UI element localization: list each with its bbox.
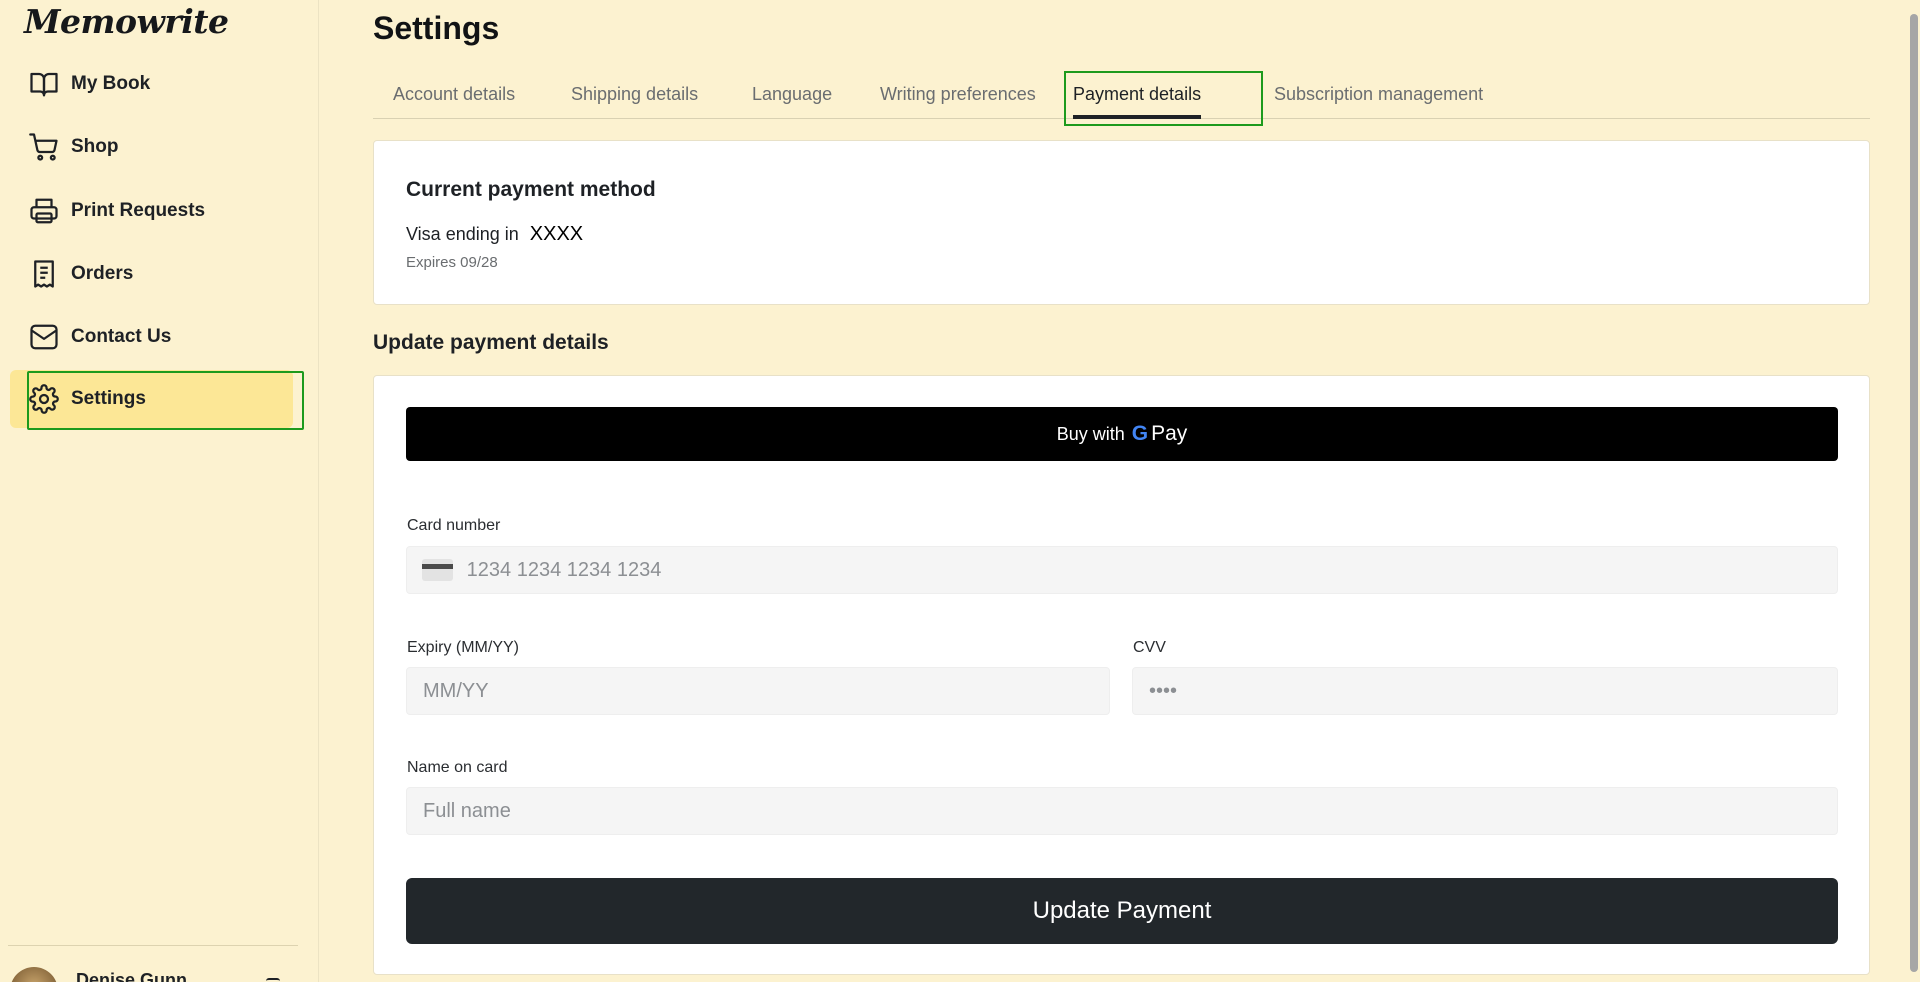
cvv-field[interactable] [1132, 667, 1838, 715]
sidebar-item-label: Print Requests [71, 200, 206, 221]
tab-shipping-details[interactable]: Shipping details [571, 78, 698, 118]
name-on-card-label: Name on card [407, 759, 508, 776]
name-on-card-input[interactable] [423, 788, 1837, 834]
app-logo[interactable]: Memowrite [24, 2, 229, 41]
gpay-prefix: Buy with [1056, 423, 1125, 444]
sidebar-item-label: Shop [71, 136, 119, 157]
tab-account-details[interactable]: Account details [393, 78, 515, 118]
sidebar-item-orders[interactable]: Orders [10, 245, 293, 303]
cvv-label: CVV [1133, 639, 1166, 656]
receipt-icon [28, 258, 60, 290]
printer-icon [28, 195, 60, 227]
current-payment-card: Current payment method Visa ending in XX… [373, 140, 1870, 305]
user-menu-icon[interactable] [266, 978, 280, 982]
gear-icon [28, 383, 60, 415]
card-expiry-text: Expires 09/28 [406, 254, 498, 271]
credit-card-icon [422, 559, 453, 581]
current-card-line: Visa ending in XXXX [406, 223, 583, 246]
settings-tabs: Account details Shipping details Languag… [373, 71, 1870, 126]
tab-label: Payment details [1073, 84, 1202, 104]
expiry-input[interactable] [423, 668, 1109, 714]
update-payment-button[interactable]: Update Payment [406, 878, 1838, 944]
sidebar-item-shop[interactable]: Shop [10, 118, 293, 176]
sidebar-item-label: My Book [71, 73, 151, 94]
page-title: Settings [373, 10, 500, 46]
sidebar-item-label: Orders [71, 263, 134, 284]
book-open-icon [28, 68, 60, 100]
update-payment-card: Buy with G Pay Card number Expiry (MM/YY… [373, 375, 1870, 975]
sidebar-item-label: Settings [71, 388, 146, 409]
card-last-four: XXXX [529, 223, 584, 245]
card-brand-text: Visa ending in [406, 224, 519, 244]
card-number-field[interactable] [406, 546, 1838, 594]
avatar[interactable] [10, 967, 58, 982]
cvv-input[interactable] [1149, 668, 1837, 714]
sidebar-item-print-requests[interactable]: Print Requests [10, 182, 293, 240]
tab-payment-details[interactable]: Payment details [1073, 78, 1202, 119]
card-number-input[interactable] [466, 547, 1837, 593]
expiry-label: Expiry (MM/YY) [407, 639, 519, 656]
sidebar-item-contact-us[interactable]: Contact Us [10, 308, 293, 366]
tab-writing-preferences[interactable]: Writing preferences [880, 78, 1036, 118]
sidebar-item-label: Contact Us [71, 326, 172, 347]
current-payment-heading: Current payment method [406, 178, 656, 201]
google-g-icon: G [1131, 422, 1149, 445]
active-tab-indicator [1073, 115, 1202, 119]
selection-highlight [27, 371, 304, 430]
tab-subscription-management[interactable]: Subscription management [1274, 78, 1483, 118]
shopping-cart-icon [28, 131, 60, 163]
sidebar-divider [8, 945, 298, 946]
sidebar-item-settings[interactable]: Settings [10, 370, 304, 430]
tab-language[interactable]: Language [752, 78, 832, 118]
sidebar: Memowrite My Book Shop Print Requests Or… [0, 0, 319, 982]
user-name[interactable]: Denise Gunn [76, 970, 187, 982]
gpay-pay-text: Pay [1151, 422, 1188, 445]
name-on-card-field[interactable] [406, 787, 1838, 835]
expiry-field[interactable] [406, 667, 1110, 715]
card-number-label: Card number [407, 517, 501, 534]
sidebar-item-my-book[interactable]: My Book [10, 55, 293, 113]
mail-icon [28, 321, 60, 353]
google-pay-button[interactable]: Buy with G Pay [406, 407, 1838, 461]
update-payment-heading: Update payment details [373, 331, 609, 354]
main-content: Settings Account details Shipping detail… [373, 0, 1870, 982]
scrollbar-thumb[interactable] [1910, 14, 1918, 972]
